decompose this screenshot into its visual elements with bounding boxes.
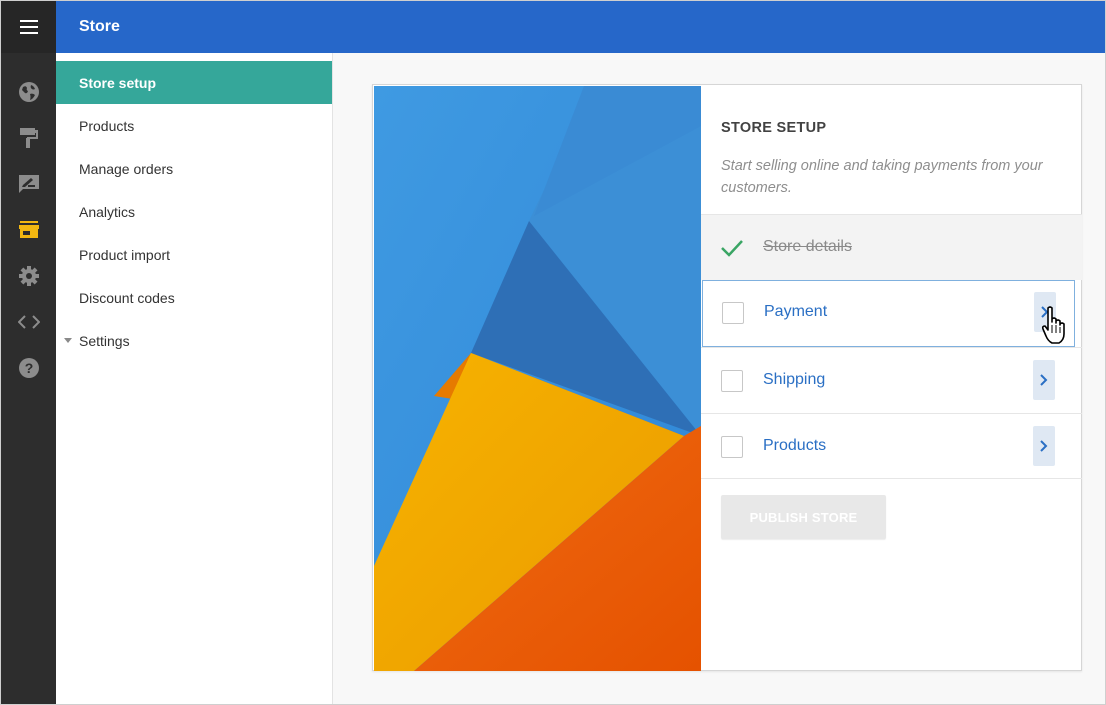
store-icon[interactable] [16,217,42,243]
app-window: ? Store Store setup Products Manage orde… [0,0,1106,705]
sidebar-item-analytics[interactable]: Analytics [56,190,332,233]
decorative-illustration [374,86,701,671]
sidebar-item-settings[interactable]: Settings [56,319,332,362]
sidebar-item-label: Settings [79,332,130,349]
gear-icon[interactable] [16,263,42,289]
store-setup-card: STORE SETUP Start selling online and tak… [372,84,1082,671]
menu-icon [19,20,38,34]
help-icon[interactable]: ? [16,355,42,381]
products-chevron-button[interactable] [1033,426,1055,466]
check-icon [721,240,743,257]
svg-text:?: ? [25,360,34,376]
publish-store-button[interactable]: PUBLISH STORE [721,495,886,539]
icon-rail: ? [1,1,56,704]
task-label: Payment [764,303,828,320]
code-icon[interactable] [16,309,42,335]
task-label: Store details [763,238,852,255]
task-products[interactable]: Products [701,413,1082,479]
task-checkbox[interactable] [722,302,744,324]
task-shipping[interactable]: Shipping [701,347,1082,413]
sidebar-item-discount-codes[interactable]: Discount codes [56,276,332,319]
paint-roller-icon[interactable] [16,125,42,151]
main-content: STORE SETUP Start selling online and tak… [333,53,1105,704]
signature-icon[interactable] [16,171,42,197]
task-checkbox[interactable] [721,370,743,392]
sidebar-item-store-setup[interactable]: Store setup [56,61,332,104]
task-label: Products [763,437,827,454]
task-checkbox[interactable] [721,436,743,458]
task-payment[interactable]: Payment [702,280,1075,347]
sidebar-item-product-import[interactable]: Product import [56,233,332,276]
chevron-right-icon [1040,374,1048,386]
payment-chevron-button[interactable] [1034,292,1056,332]
task-store-details[interactable]: Store details [701,214,1082,280]
setup-subtitle: Start selling online and taking payments… [721,158,1043,196]
caret-down-icon [64,338,72,343]
setup-panel: STORE SETUP Start selling online and tak… [701,85,1082,670]
menu-button[interactable] [1,1,56,53]
top-bar: Store [56,1,1105,53]
sidebar-item-products[interactable]: Products [56,104,332,147]
page-title: Store [79,18,120,35]
chevron-right-icon [1040,440,1048,452]
globe-icon[interactable] [16,79,42,105]
shipping-chevron-button[interactable] [1033,360,1055,400]
task-label: Shipping [763,371,826,388]
sidebar-item-manage-orders[interactable]: Manage orders [56,147,332,190]
setup-heading: STORE SETUP [721,120,827,136]
chevron-right-icon [1041,306,1049,318]
store-sidebar: Store setup Products Manage orders Analy… [56,53,333,704]
